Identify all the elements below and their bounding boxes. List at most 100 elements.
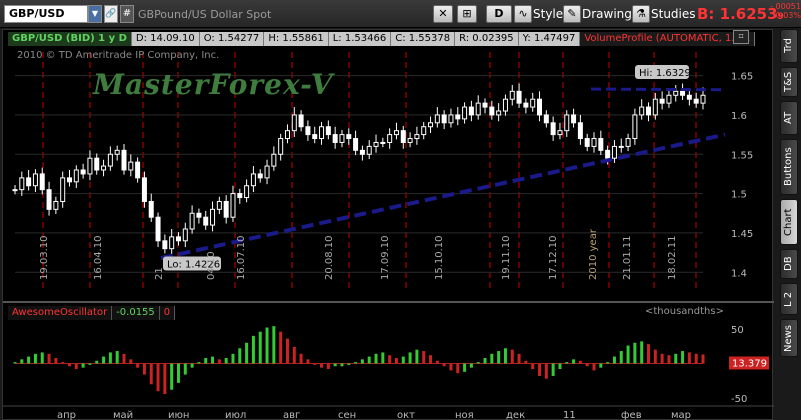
month-label: дек: [506, 410, 525, 420]
date-label: 20.08.10: [324, 235, 335, 280]
candle-body: [448, 114, 454, 124]
candle-body: [387, 134, 393, 143]
candle-body: [618, 145, 624, 148]
candle-body: [543, 114, 549, 124]
chart-panel[interactable]: 1.65 1.6 1.55 1.5 1.45 1.4 Hi: 1.6329 Lo: 1.422…: [2, 29, 774, 420]
candle-body: [550, 122, 556, 136]
candle-body: [353, 138, 359, 151]
candle-body: [441, 114, 447, 124]
candle-body: [339, 134, 345, 143]
month-label: авг: [283, 410, 300, 420]
candle-body: [346, 134, 352, 140]
candle-body: [284, 130, 290, 140]
price-tick-label: 1.55: [731, 150, 753, 161]
candle-body: [73, 169, 79, 183]
symbol-input[interactable]: GBP/USD: [4, 5, 88, 23]
candle-body: [652, 98, 658, 116]
candle-body: [298, 114, 304, 128]
candle-body: [162, 240, 168, 250]
month-label: сен: [338, 410, 356, 420]
header-study[interactable]: VolumeProfile (AUTOMATIC, 1.0...: [580, 32, 756, 46]
price-change: -.00051 -0.03%: [770, 2, 801, 20]
crosshair-tool-icon[interactable]: ✕: [433, 5, 453, 23]
side-tab-at[interactable]: AT: [780, 101, 798, 135]
candle-body: [434, 114, 440, 124]
side-tab-ts[interactable]: T&S: [780, 67, 798, 97]
header-open: O: 1.54277: [199, 32, 265, 46]
hash-icon[interactable]: #: [120, 5, 134, 23]
candle-body: [502, 98, 508, 112]
side-tab-l2[interactable]: L 2: [780, 283, 798, 315]
candle-body: [571, 114, 577, 124]
side-tab-chart[interactable]: Chart: [780, 199, 798, 245]
oscillator-name[interactable]: AwesomeOscillator: [8, 306, 113, 320]
candle-body: [80, 169, 86, 175]
candle-body: [325, 126, 331, 136]
symbol-description: GBPound/US Dollar Spot: [138, 8, 272, 21]
drawings-icon[interactable]: ✎: [563, 5, 581, 23]
chart-toolbar: GBP/USD ▼ 🔗 # GBPound/US Dollar Spot ✕ ⊞…: [0, 0, 801, 28]
side-tab-trd[interactable]: Trd: [780, 29, 798, 63]
candle-body: [666, 94, 672, 104]
candle-body: [407, 138, 413, 143]
candle-body: [584, 138, 590, 147]
oscillator-zero: 0: [159, 306, 176, 320]
candle-body: [46, 189, 52, 210]
date-label: 17.12.10: [548, 235, 559, 280]
oscillator-tick-label: 50: [731, 325, 744, 336]
month-label: мар: [671, 410, 691, 420]
studies-label[interactable]: Studies: [651, 7, 696, 25]
studies-icon[interactable]: ⚗: [632, 5, 650, 23]
style-icon[interactable]: ∿: [514, 5, 532, 23]
candle-body: [421, 126, 427, 136]
candle-body: [468, 106, 474, 116]
candle-body: [250, 173, 256, 187]
candle-body: [646, 106, 652, 116]
candle-body: [87, 157, 93, 175]
link-icon[interactable]: 🔗: [104, 5, 118, 23]
header-symbol: GBP/USD (BID) 1 y D: [8, 32, 132, 46]
side-tab-news[interactable]: News: [780, 319, 798, 357]
candle-body: [141, 177, 147, 202]
candle-body: [135, 161, 141, 179]
header-close: C: 1.55378: [391, 32, 456, 46]
drawings-label[interactable]: Drawings: [582, 7, 638, 25]
style-label[interactable]: Style: [533, 7, 563, 25]
header-date: D: 14.09.10: [131, 32, 200, 46]
symbol-dropdown-icon[interactable]: ▼: [88, 5, 102, 23]
chart-settings-icon[interactable]: ⌗: [733, 30, 749, 44]
side-tab-buttons[interactable]: Buttons: [780, 139, 798, 195]
candle-body: [32, 173, 38, 187]
date-label: 21.01.11: [622, 235, 633, 280]
side-tab-db[interactable]: DB: [780, 249, 798, 279]
candle-body: [373, 141, 379, 147]
hi-label: Hi: 1.6329: [639, 68, 691, 79]
price-tick-label: 1.45: [731, 229, 753, 240]
candle-body: [101, 165, 107, 171]
candle-body: [366, 145, 372, 155]
price-tick-label: 1.6: [731, 111, 747, 122]
candle-body: [700, 94, 706, 104]
candle-body: [12, 189, 18, 192]
candle-body: [516, 90, 522, 104]
candle-body: [482, 102, 488, 108]
candle-body: [237, 193, 243, 199]
period-button[interactable]: D: [486, 5, 512, 23]
candle-body: [680, 90, 686, 96]
candle-body: [475, 102, 481, 116]
chart-header: GBP/USD (BID) 1 y D D: 14.09.10 O: 1.542…: [8, 30, 768, 48]
candle-body: [60, 177, 66, 202]
oscillator-units: <thousandths>: [645, 306, 724, 317]
candle-body: [223, 200, 229, 218]
date-label: 15.10.10: [434, 235, 445, 280]
date-label: 16.04.10: [93, 235, 104, 280]
candle-body: [428, 122, 434, 128]
date-label: 16.07.10: [236, 235, 247, 280]
candle-body: [107, 153, 113, 167]
oscillator-header: AwesomeOscillator -0.0155 0: [8, 305, 176, 321]
month-label: май: [113, 410, 133, 420]
resistance-trendline: [590, 87, 726, 92]
candle-body: [278, 138, 284, 155]
candle-body: [94, 157, 100, 171]
zoom-tool-icon[interactable]: ⊞: [457, 5, 477, 23]
